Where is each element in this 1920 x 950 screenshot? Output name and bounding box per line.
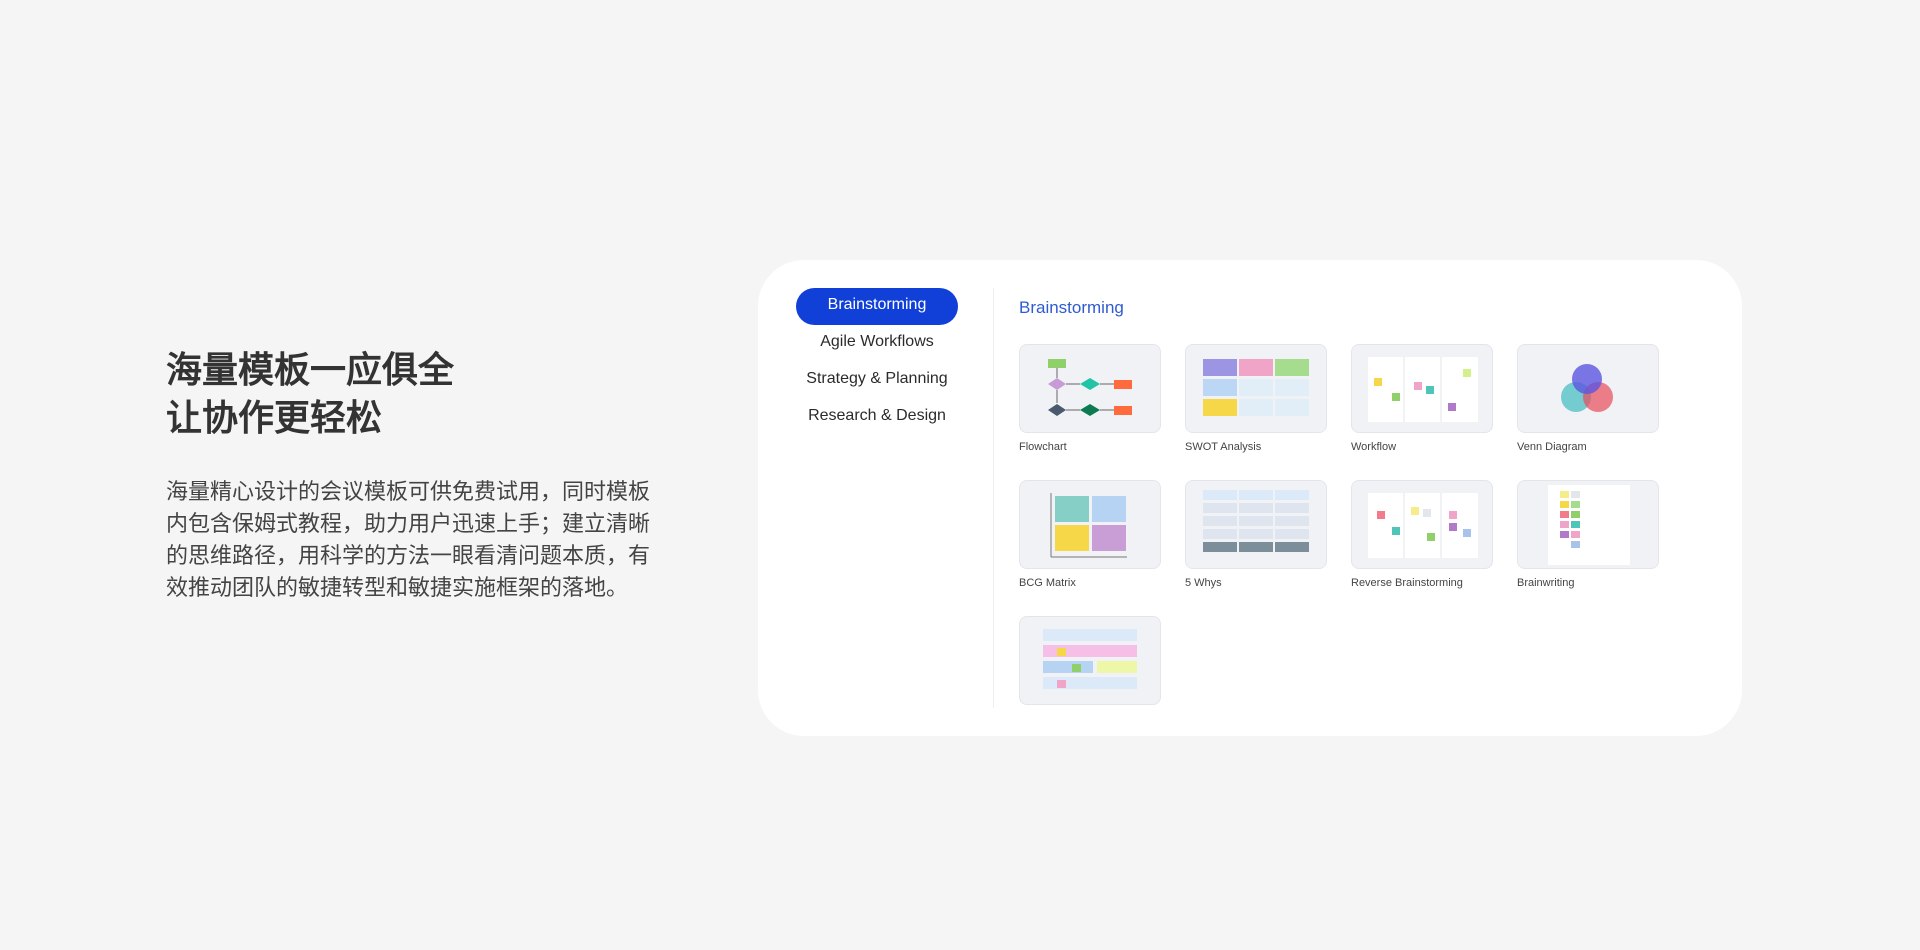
template-label: SWOT Analysis [1185, 441, 1262, 453]
category-strategy-planning[interactable]: Strategy & Planning [796, 362, 958, 399]
template-label: Workflow [1351, 441, 1397, 453]
hero-description: 海量精心设计的会议模板可供免费试用，同时模板内包含保姆式教程，助力用户迅速上手；… [166, 479, 651, 600]
template-thumbnail[interactable] [1517, 480, 1659, 569]
template-gallery-card: Brainstorming Agile Workflows Strategy &… [758, 260, 1742, 736]
hero-title: 海量模板一应俱全 让协作更轻松 [166, 346, 656, 442]
template-thumbnail[interactable] [1351, 480, 1493, 569]
template-bcg-matrix[interactable]: BCG Matrix [1019, 480, 1161, 589]
template-unlabeled[interactable] [1019, 616, 1161, 713]
template-thumbnail[interactable] [1019, 616, 1161, 705]
template-thumbnail[interactable] [1185, 480, 1327, 569]
template-thumbnail[interactable] [1351, 344, 1493, 433]
category-research-design[interactable]: Research & Design [796, 399, 958, 436]
template-label: Brainwriting [1517, 577, 1575, 589]
template-brainwriting[interactable]: Brainwriting [1517, 480, 1659, 589]
section-title: Brainstorming [1019, 298, 1124, 317]
template-label: Reverse Brainstorming [1351, 577, 1463, 589]
template-label: 5 Whys [1185, 577, 1222, 589]
template-thumbnail[interactable] [1019, 344, 1161, 433]
template-reverse-brainstorming[interactable]: Reverse Brainstorming [1351, 480, 1493, 589]
template-label: BCG Matrix [1019, 577, 1076, 589]
template-thumbnail[interactable] [1019, 480, 1161, 569]
template-thumbnail[interactable] [1185, 344, 1327, 433]
template-label: Flowchart [1019, 441, 1067, 453]
template-flowchart[interactable]: Flowchart [1019, 344, 1161, 453]
sidebar-divider [993, 288, 994, 708]
template-workflow[interactable]: Workflow [1351, 344, 1493, 453]
category-sidebar: Brainstorming Agile Workflows Strategy &… [796, 288, 958, 436]
template-5-whys[interactable]: 5 Whys [1185, 480, 1327, 589]
template-thumbnail[interactable] [1517, 344, 1659, 433]
hero-section: 海量模板一应俱全 让协作更轻松 海量精心设计的会议模板可供免费试用，同时模板内包… [166, 346, 656, 604]
template-label: Venn Diagram [1517, 441, 1587, 453]
category-agile-workflows[interactable]: Agile Workflows [796, 325, 958, 362]
category-brainstorming[interactable]: Brainstorming [796, 288, 958, 325]
hero-title-line2: 让协作更轻松 [166, 397, 383, 438]
hero-title-line1: 海量模板一应俱全 [166, 349, 455, 390]
template-swot-analysis[interactable]: SWOT Analysis [1185, 344, 1327, 453]
template-venn-diagram[interactable]: Venn Diagram [1517, 344, 1659, 453]
